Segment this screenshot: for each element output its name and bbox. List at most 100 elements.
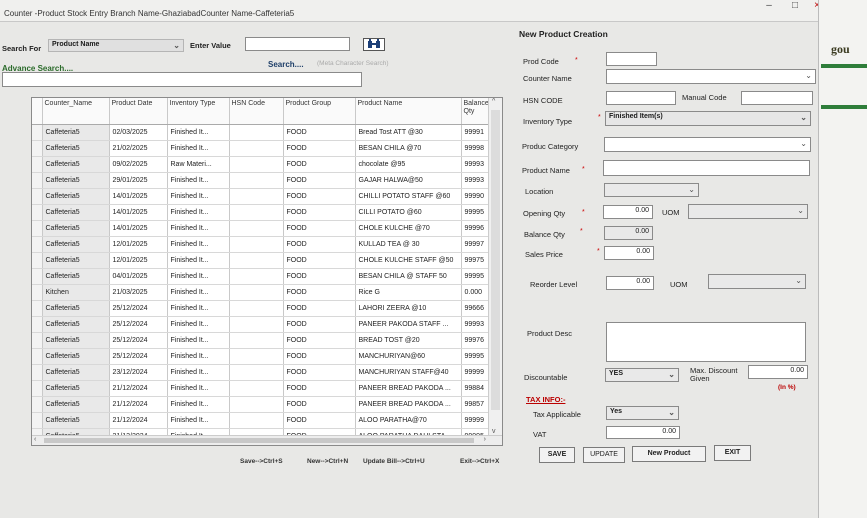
table-cell[interactable]: CHOLE KULCHE STAFF @50 [355,252,462,269]
table-cell[interactable]: 12/01/2025 [109,236,168,253]
scrollbar-thumb[interactable] [44,438,474,443]
table-cell[interactable]: Finished It... [167,364,230,381]
table-cell[interactable]: Finished It... [167,316,230,333]
table-row[interactable]: Caffeteria5 25/12/2024 Finished It... FOOD L… [32,300,491,317]
table-cell[interactable]: FOOD [283,156,356,173]
table-cell[interactable] [229,300,284,317]
table-cell[interactable] [229,156,284,173]
table-cell[interactable]: Caffeteria5 [42,364,110,381]
table-row[interactable]: Kitchen 21/03/2025 Finished It... FOOD Rice … [32,284,491,301]
scrollbar-thumb[interactable] [491,110,500,410]
table-cell[interactable]: chocolate @95 [355,156,462,173]
table-cell[interactable]: PANEER BREAD PAKODA ... [355,396,462,413]
table-cell[interactable]: FOOD [283,172,356,189]
table-cell[interactable]: Finished It... [167,140,230,157]
location-select[interactable]: ⌄ [604,183,699,197]
table-row[interactable]: Caffeteria5 25/12/2024 Finished It... FOOD M… [32,348,491,365]
vat-input[interactable]: 0.00 [606,426,680,439]
table-row[interactable]: Caffeteria5 09/02/2025 Raw Materi... FOOD ch… [32,156,491,173]
table-cell[interactable] [229,364,284,381]
column-header[interactable]: Product Name [355,98,462,125]
discountable-select[interactable]: YES ⌄ [605,368,679,382]
table-row[interactable]: Caffeteria5 21/12/2024 Finished It... FOOD P… [32,396,491,413]
table-cell[interactable]: Finished It... [167,396,230,413]
max-discount-input[interactable]: 0.00 [748,365,808,379]
table-cell[interactable]: Finished It... [167,220,230,237]
table-cell[interactable]: FOOD [283,268,356,285]
row-header[interactable] [32,268,43,285]
table-cell[interactable]: 99999 [461,364,491,381]
table-cell[interactable]: 99993 [461,172,491,189]
column-header[interactable]: Product Date [109,98,168,125]
table-cell[interactable]: FOOD [283,364,356,381]
table-cell[interactable]: Finished It... [167,300,230,317]
table-row[interactable]: Caffeteria5 02/03/2025 Finished It... FOOD B… [32,124,491,141]
column-header[interactable]: Counter_Name [42,98,110,125]
table-cell[interactable]: Finished It... [167,236,230,253]
table-cell[interactable]: FOOD [283,124,356,141]
table-cell[interactable] [229,236,284,253]
table-row[interactable]: Caffeteria5 14/01/2025 Finished It... FOOD C… [32,204,491,221]
table-cell[interactable]: FOOD [283,236,356,253]
table-row[interactable]: Caffeteria5 21/12/2024 Finished It... FOOD P… [32,380,491,397]
row-header[interactable] [32,396,43,413]
table-cell[interactable]: 25/12/2024 [109,316,168,333]
advance-search-input[interactable] [2,72,362,87]
row-header[interactable] [32,380,43,397]
uom-select[interactable]: ⌄ [688,204,808,219]
table-cell[interactable]: FOOD [283,188,356,205]
table-row[interactable]: Caffeteria5 12/01/2025 Finished It... FOOD C… [32,252,491,269]
row-header[interactable] [32,220,43,237]
table-cell[interactable] [229,284,284,301]
table-row[interactable]: Caffeteria5 14/01/2025 Finished It... FOOD C… [32,220,491,237]
table-cell[interactable]: Caffeteria5 [42,140,110,157]
manual-code-input[interactable] [741,91,813,105]
table-cell[interactable]: 21/02/2025 [109,140,168,157]
row-header[interactable] [32,252,43,269]
table-cell[interactable]: FOOD [283,348,356,365]
table-cell[interactable]: FOOD [283,252,356,269]
column-header[interactable]: HSN Code [229,98,284,125]
row-header[interactable] [32,140,43,157]
table-cell[interactable]: 12/01/2025 [109,252,168,269]
table-row[interactable]: Caffeteria5 14/01/2025 Finished It... FOOD C… [32,188,491,205]
table-cell[interactable]: 99995 [461,268,491,285]
table-cell[interactable]: Caffeteria5 [42,380,110,397]
table-cell[interactable]: Caffeteria5 [42,252,110,269]
row-header[interactable] [32,348,43,365]
row-header[interactable] [32,316,43,333]
table-cell[interactable]: Finished It... [167,284,230,301]
table-cell[interactable]: Finished It... [167,188,230,205]
table-cell[interactable]: Caffeteria5 [42,332,110,349]
update-button[interactable]: UPDATE [583,447,625,463]
row-header[interactable] [32,204,43,221]
table-row[interactable]: Caffeteria5 21/02/2025 Finished It... FOOD B… [32,140,491,157]
counter-name-select[interactable]: ⌄ [606,69,816,84]
table-cell[interactable]: 99995 [461,348,491,365]
row-header[interactable] [32,332,43,349]
table-cell[interactable]: 0.000 [461,284,491,301]
table-cell[interactable]: 99990 [461,188,491,205]
table-cell[interactable]: Caffeteria5 [42,220,110,237]
maximize-icon[interactable]: □ [784,0,806,14]
row-header[interactable] [32,300,43,317]
table-row[interactable]: Caffeteria521/12/2024Finished It... FOODA… [32,412,491,429]
opening-qty-input[interactable]: 0.00 [603,205,653,219]
table-cell[interactable]: 14/01/2025 [109,220,168,237]
uom2-select[interactable]: ⌄ [708,274,806,289]
column-header[interactable]: Product Group [283,98,356,125]
table-cell[interactable] [229,268,284,285]
scroll-up-icon[interactable]: ^ [492,98,495,105]
table-cell[interactable]: BREAD TOST @20 [355,332,462,349]
table-cell[interactable]: FOOD [283,220,356,237]
table-cell[interactable]: 99976 [461,332,491,349]
product-desc-textarea[interactable] [606,322,806,362]
table-cell[interactable]: Caffeteria5 [42,268,110,285]
table-cell[interactable] [229,124,284,141]
table-cell[interactable]: FOOD [283,316,356,333]
grid-horizontal-scrollbar[interactable]: ‹ › [32,435,502,445]
table-cell[interactable] [229,396,284,413]
table-cell[interactable] [229,380,284,397]
table-cell[interactable]: FOOD [283,412,356,429]
table-cell[interactable]: Rice G [355,284,462,301]
